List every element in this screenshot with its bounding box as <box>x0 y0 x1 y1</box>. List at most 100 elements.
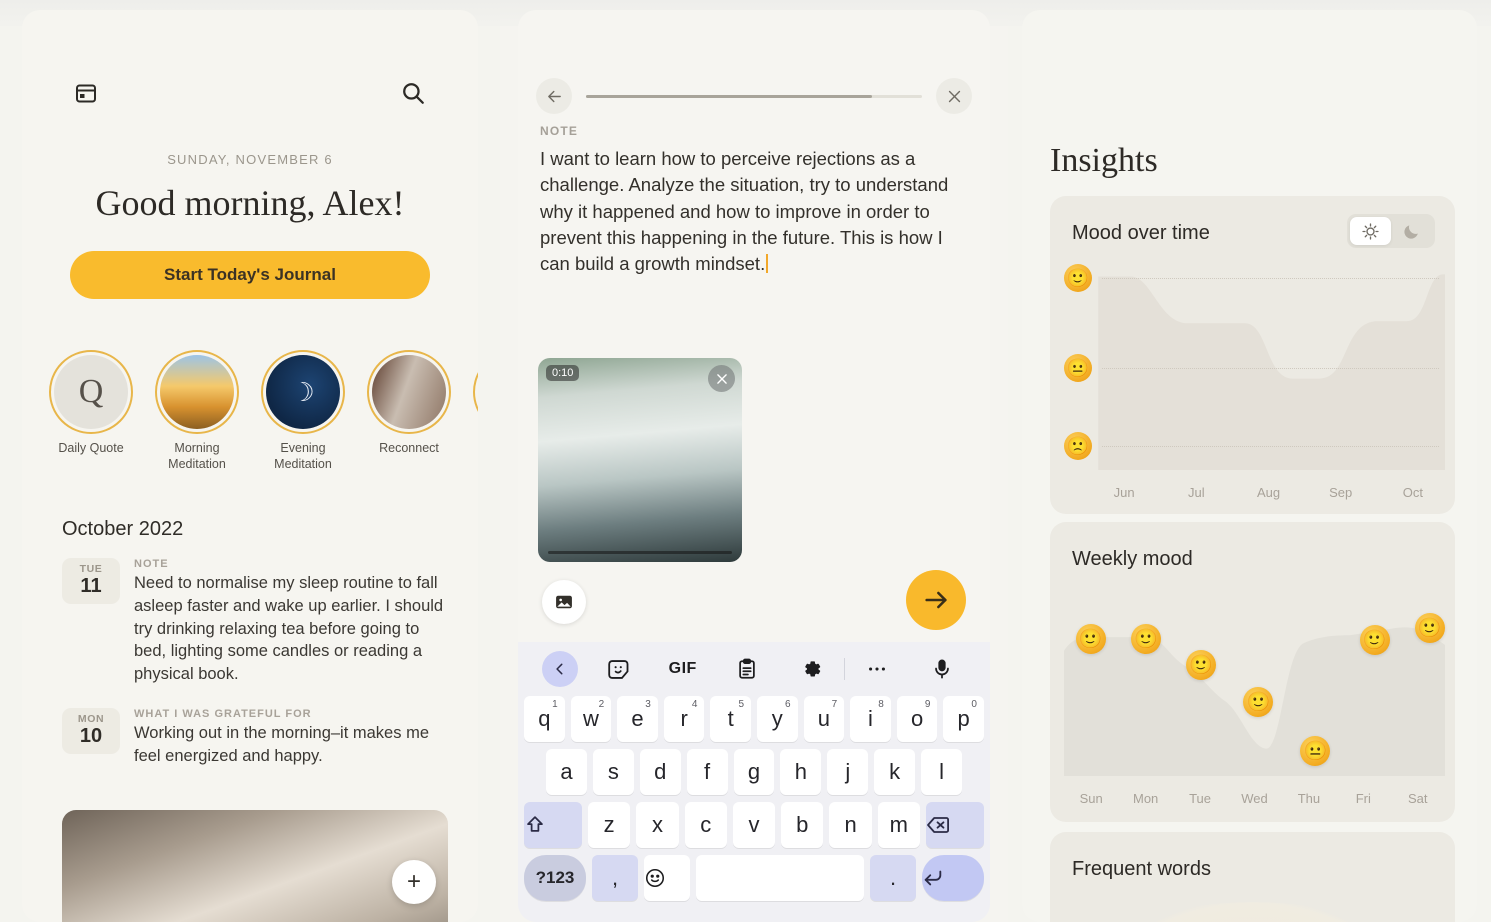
image-icon[interactable] <box>542 580 586 624</box>
space-key[interactable] <box>696 855 864 901</box>
numeric-key[interactable]: ?123 <box>524 855 586 901</box>
page-title: Insights <box>1050 142 1158 179</box>
weekly-x-axis: Sun Mon Tue Wed Thu Fri Sat <box>1064 791 1445 806</box>
key-l[interactable]: l <box>921 749 963 795</box>
shift-icon[interactable] <box>524 802 583 848</box>
daynight-toggle[interactable] <box>1347 214 1435 248</box>
x-tick: Wed <box>1241 791 1268 806</box>
key-label: r <box>680 706 688 731</box>
key-g[interactable]: g <box>733 749 775 795</box>
key-u[interactable]: 7u <box>803 696 845 742</box>
video-duration: 0:10 <box>546 365 580 381</box>
key-label: q <box>538 706 551 731</box>
key-b[interactable]: b <box>781 802 824 848</box>
calendar-icon[interactable] <box>74 81 98 105</box>
entry-text: Need to normalise my sleep routine to fa… <box>134 574 444 684</box>
story-thumb-reconnect <box>372 355 446 429</box>
story-item[interactable]: Morning Meditation <box>148 350 246 472</box>
start-journal-button[interactable]: Start Today's Journal <box>70 251 430 299</box>
key-k[interactable]: k <box>874 749 916 795</box>
key-n[interactable]: n <box>829 802 872 848</box>
greeting-title: Good morning, Alex! <box>95 183 405 223</box>
search-icon[interactable] <box>400 80 426 106</box>
key-c[interactable]: c <box>684 802 727 848</box>
key-q[interactable]: 1q <box>524 696 565 742</box>
close-icon[interactable] <box>936 78 972 114</box>
key-number: 4 <box>691 699 698 710</box>
key-t[interactable]: 5t <box>710 696 751 742</box>
enter-icon[interactable] <box>922 855 984 901</box>
key-e[interactable]: 3e <box>617 696 658 742</box>
weekly-point-tue: 🙂 <box>1186 650 1217 681</box>
key-number: 6 <box>785 699 791 710</box>
key-label: y <box>771 706 783 731</box>
key-number: 9 <box>924 699 931 710</box>
phone-screen-home: SUNDAY, NOVEMBER 6 Good morning, Alex! S… <box>0 0 500 922</box>
video-attachment[interactable]: 0:10 <box>538 358 742 562</box>
story-item[interactable]: Q Daily Quote <box>42 350 140 472</box>
emoji-icon[interactable] <box>644 855 690 901</box>
key-d[interactable]: d <box>639 749 681 795</box>
period-key[interactable]: . <box>870 855 916 901</box>
word-cloud-graphic <box>1050 902 1455 922</box>
key-p[interactable]: 0p <box>943 696 984 742</box>
keyboard-row-1: 1q 2w 3e 4r 5t 6y 7u 8i 9o 0p <box>518 696 990 749</box>
story-ring <box>155 350 239 434</box>
key-i[interactable]: 8i <box>850 696 891 742</box>
keyboard-row-4: ?123 , . <box>518 855 990 908</box>
note-text-input[interactable]: I want to learn how to perceive rejectio… <box>540 146 968 277</box>
key-j[interactable]: j <box>827 749 869 795</box>
gif-button[interactable]: GIF <box>651 660 716 678</box>
back-arrow-icon[interactable] <box>536 78 572 114</box>
key-v[interactable]: v <box>732 802 776 848</box>
key-label: w <box>582 706 599 731</box>
key-number: 0 <box>971 699 977 710</box>
key-f[interactable]: f <box>686 749 728 795</box>
keyboard-row-3: z x c v b n m <box>518 802 990 855</box>
comma-key[interactable]: , <box>592 855 638 901</box>
key-z[interactable]: z <box>588 802 631 848</box>
key-o[interactable]: 9o <box>896 696 938 742</box>
x-tick: Sep <box>1329 485 1353 500</box>
story-carousel[interactable]: Q Daily Quote Morning Meditation ☽ Eveni… <box>42 350 478 472</box>
story-item[interactable]: 4 Ha <box>466 350 478 472</box>
sticker-icon[interactable] <box>586 658 651 681</box>
entry-kind: WHAT I WAS GRATEFUL FOR <box>134 707 312 720</box>
key-x[interactable]: x <box>636 802 679 848</box>
entry-kind: NOTE <box>134 558 169 570</box>
entry-list: TUE 11 NOTE Need to normalise my sleep r… <box>62 558 448 789</box>
remove-attachment-close-icon[interactable] <box>708 365 735 392</box>
chevron-left-icon[interactable] <box>534 651 586 687</box>
key-r[interactable]: 4r <box>663 696 705 742</box>
moon-icon[interactable] <box>1391 217 1432 245</box>
microphone-icon[interactable] <box>910 658 975 680</box>
key-number: 8 <box>878 699 884 710</box>
clipboard-icon[interactable] <box>715 658 780 680</box>
key-w[interactable]: 2w <box>570 696 612 742</box>
story-label: 4 Ha <box>466 441 478 457</box>
list-item[interactable]: TUE 11 NOTE Need to normalise my sleep r… <box>62 558 448 686</box>
story-item[interactable]: Reconnect <box>360 350 458 472</box>
key-s[interactable]: s <box>592 749 634 795</box>
key-y[interactable]: 6y <box>757 696 798 742</box>
mood-axis-neutral-icon: 😐 <box>1064 354 1092 382</box>
backspace-icon[interactable] <box>925 802 984 848</box>
weekly-mood-card: Weekly mood 🙂 🙂 🙂 🙂 😐 🙂 🙂 Sun Mon Tue We… <box>1050 522 1455 822</box>
keyboard-toolbar: GIF <box>518 642 990 696</box>
on-screen-keyboard[interactable]: GIF 1 q 2 w 3 e 4 r 5 t 6 y 7 u 8 i 9 o … <box>518 642 990 922</box>
add-entry-button[interactable]: + <box>392 860 436 904</box>
video-progress-bar[interactable] <box>548 551 732 554</box>
x-tick: Sat <box>1407 791 1428 806</box>
gear-icon[interactable] <box>780 658 845 680</box>
entry-photo[interactable] <box>62 810 448 922</box>
key-m[interactable]: m <box>877 802 920 848</box>
story-item[interactable]: ☽ Evening Meditation <box>254 350 352 472</box>
list-item[interactable]: MON 10 WHAT I WAS GRATEFUL FOR Working o… <box>62 707 448 768</box>
sun-icon[interactable] <box>1350 217 1391 245</box>
more-icon[interactable] <box>845 658 910 680</box>
gif-label: GIF <box>668 660 697 677</box>
key-h[interactable]: h <box>780 749 822 795</box>
key-a[interactable]: a <box>546 749 587 795</box>
send-button[interactable] <box>906 570 966 630</box>
entry-text: Working out in the morning–it makes me f… <box>134 723 429 765</box>
